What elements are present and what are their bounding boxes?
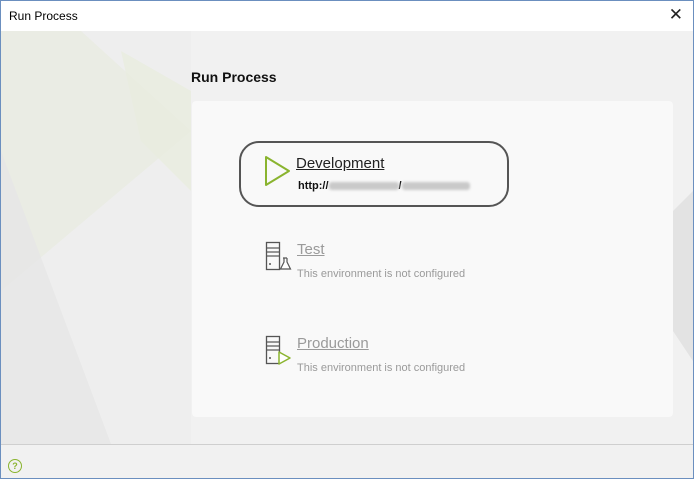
server-flask-icon — [265, 241, 292, 271]
url-prefix: http:// — [298, 180, 329, 192]
dialog-content: Run Process Development http:/// Test Th… — [1, 31, 693, 444]
environment-url-development: http:/// — [298, 180, 470, 192]
environment-production[interactable]: Production This environment is not confi… — [242, 335, 502, 387]
close-icon[interactable]: ✕ — [669, 5, 683, 25]
run-process-window: Run Process ✕ Run Process Development ht… — [0, 0, 694, 479]
environment-test[interactable]: Test This environment is not configured — [242, 241, 502, 293]
environment-status-production: This environment is not configured — [297, 362, 466, 374]
title-bar: Run Process ✕ — [1, 1, 693, 31]
environment-name-test[interactable]: Test — [297, 241, 325, 258]
play-icon — [265, 156, 290, 186]
help-icon[interactable]: ? — [8, 459, 22, 473]
page-title: Run Process — [191, 69, 277, 85]
environment-panel: Development http:/// Test This environme… — [192, 101, 673, 417]
environment-name-development[interactable]: Development — [296, 155, 384, 172]
dialog-footer: ? — [1, 444, 693, 478]
environment-status-test: This environment is not configured — [297, 268, 466, 280]
environment-development[interactable]: Development http:/// — [239, 141, 509, 207]
url-path-redacted — [401, 182, 470, 191]
window-title: Run Process — [9, 9, 78, 23]
environment-name-production[interactable]: Production — [297, 335, 369, 352]
server-play-icon — [265, 335, 291, 365]
url-host-redacted — [328, 182, 399, 191]
